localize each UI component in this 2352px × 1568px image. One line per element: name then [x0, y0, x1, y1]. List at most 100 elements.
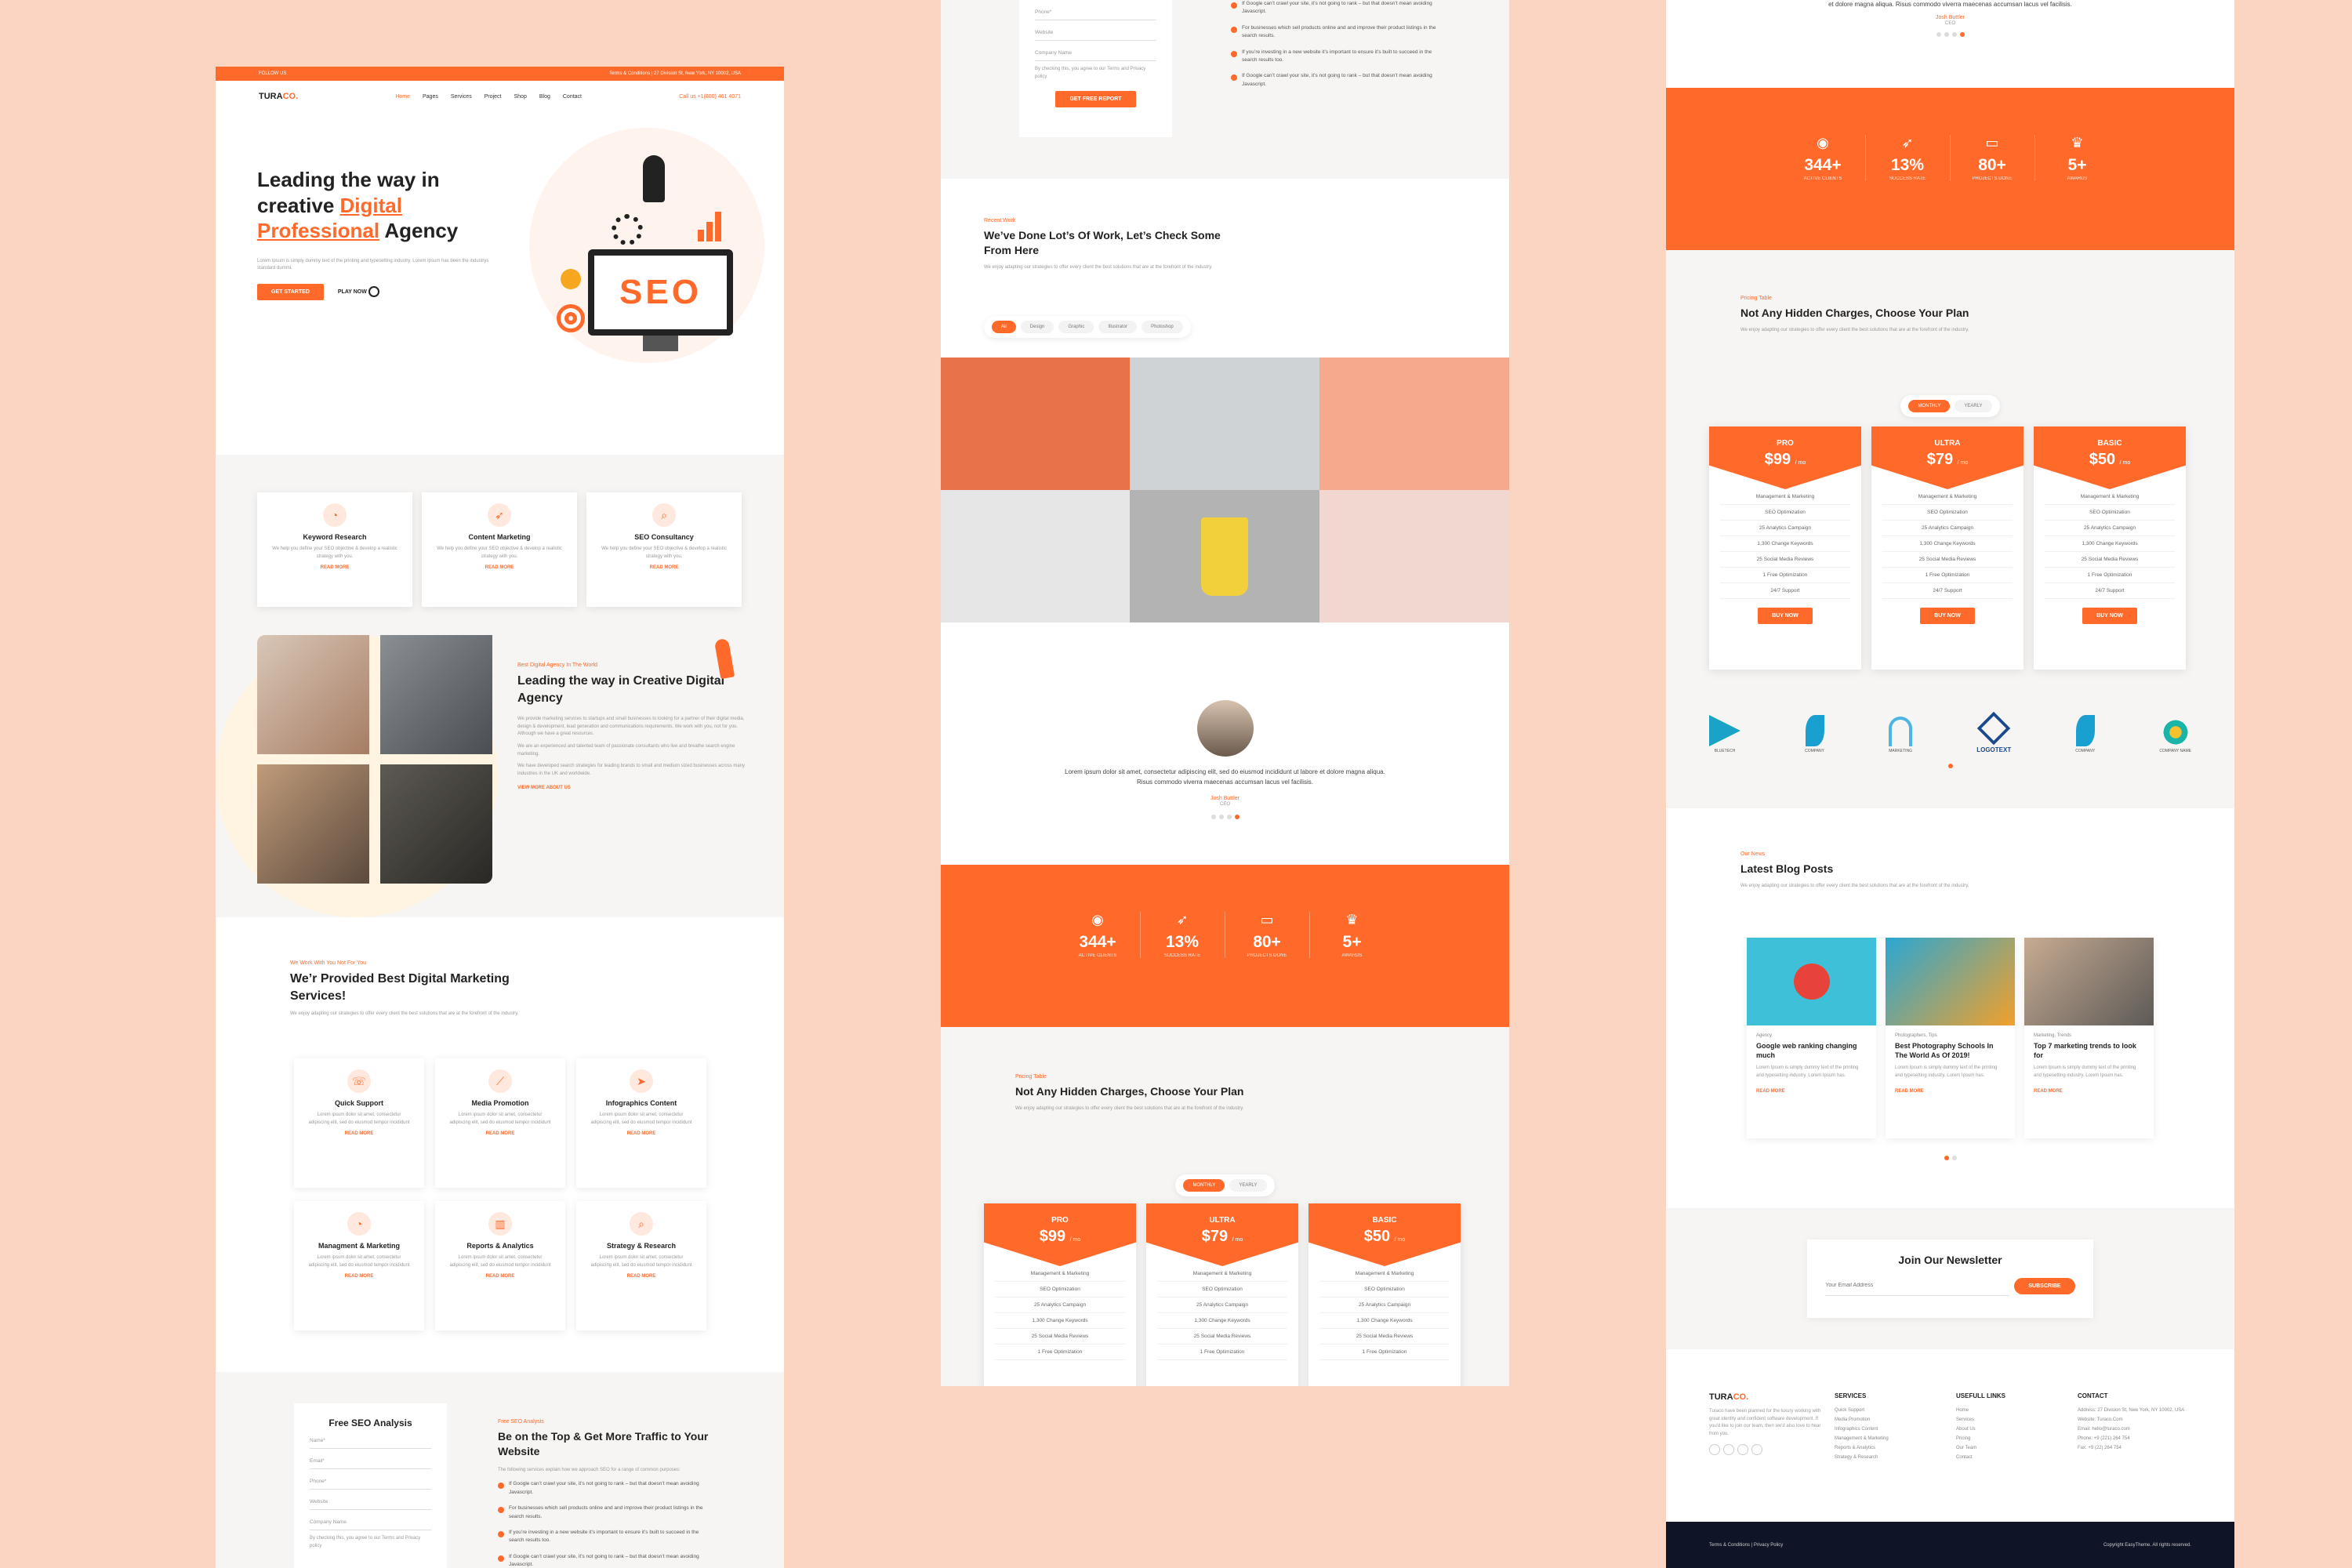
blog-card[interactable]: Photographers, Tips Best Photography Sch…	[1886, 938, 2015, 1138]
tab-photoshop[interactable]: Photoshop	[1142, 321, 1183, 333]
twitter-icon[interactable]	[1709, 1444, 1720, 1456]
tab-all[interactable]: All	[992, 321, 1016, 333]
billing-toggle: MONTHLY YEARLY	[1175, 1174, 1275, 1196]
facebook-icon[interactable]	[1723, 1444, 1734, 1456]
pricing-section: Pricing Table Not Any Hidden Charges, Ch…	[941, 1027, 1509, 1386]
yearly-toggle[interactable]: YEARLY	[1229, 1179, 1267, 1192]
menu-pages[interactable]: Pages	[423, 94, 438, 100]
slider-dots[interactable]	[1666, 32, 2234, 38]
agree-checkbox[interactable]: By checking this, you agree to our Terms…	[310, 1535, 431, 1550]
read-more-link[interactable]: READ MORE	[576, 1274, 706, 1279]
read-more-link[interactable]: READ MORE	[2024, 1089, 2154, 1094]
menu-services[interactable]: Services	[451, 94, 472, 100]
read-more-link[interactable]: READ MORE	[435, 1131, 565, 1136]
agree-checkbox[interactable]: By checking this, you agree to our Terms…	[1035, 66, 1156, 81]
buy-now-button[interactable]: BUY NOW	[1920, 608, 1975, 624]
newsletter-email-input[interactable]	[1825, 1276, 2010, 1296]
email-field[interactable]: Email*	[310, 1449, 431, 1469]
top-links[interactable]: Terms & Conditions | 27 Division St, New…	[609, 71, 741, 76]
portfolio-item-branding[interactable]	[1319, 358, 1509, 490]
read-more-link[interactable]: READ MORE	[257, 565, 412, 570]
read-more-link[interactable]: READ MORE	[422, 565, 577, 570]
buy-now-button[interactable]: BUY NOW	[2082, 608, 2137, 624]
phone-field[interactable]: Phone*	[310, 1469, 431, 1490]
website-field[interactable]: Website	[1035, 20, 1156, 41]
monitor-stand	[643, 336, 678, 351]
pricing-title: Not Any Hidden Charges, Choose Your Plan	[1015, 1085, 1244, 1098]
subscribe-button[interactable]: SUBSCRIBE	[2014, 1277, 2075, 1294]
tab-graphic[interactable]: Graphic	[1058, 321, 1094, 333]
footer-logo[interactable]: TURACO.	[1709, 1392, 1827, 1402]
footer: TURACO. Turaco have been planned for the…	[1666, 1349, 2234, 1522]
read-more-link[interactable]: READ MORE	[1886, 1089, 2015, 1094]
brand-logo[interactable]: BLUETECH	[1709, 715, 1740, 753]
portfolio-item-stationery[interactable]	[941, 358, 1130, 490]
service-card: ◔ Managment & Marketing Lorem ipsum dolo…	[294, 1201, 424, 1330]
yearly-toggle[interactable]: YEARLY	[1955, 400, 1992, 412]
portfolio-item-cup[interactable]	[1130, 490, 1319, 622]
portfolio-item-bags[interactable]	[1319, 490, 1509, 622]
brand-logo[interactable]: COMPANY NAME	[2159, 718, 2191, 753]
buy-now-button[interactable]: BUY NOW	[1758, 608, 1813, 624]
read-more-link[interactable]: READ MORE	[576, 1131, 706, 1136]
menu-project[interactable]: Project	[485, 94, 502, 100]
rocket-icon: ➶	[1176, 912, 1189, 927]
top-bar: FOLLOW US Terms & Conditions | 27 Divisi…	[216, 67, 784, 81]
blog-card[interactable]: Agency Google web ranking changing much …	[1747, 938, 1876, 1138]
services-title: We’r Provided Best Digital Marketing Ser…	[290, 972, 510, 1003]
testimonial-name: Josh Buttler	[1210, 795, 1240, 801]
instagram-icon[interactable]	[1737, 1444, 1748, 1456]
tab-illustrator[interactable]: Illustrator	[1098, 321, 1138, 333]
menu-shop[interactable]: Shop	[514, 94, 527, 100]
brand-dots[interactable]	[1666, 764, 2234, 768]
brand-logo[interactable]: COMPANY	[1805, 715, 1824, 753]
name-field[interactable]: Name*	[310, 1428, 431, 1449]
portfolio-section: Recent Work We’ve Done Lot’s Of Work, Le…	[941, 179, 1509, 622]
blog-card[interactable]: Marketing, Trends Top 7 marketing trends…	[2024, 938, 2154, 1138]
service-card: ⟋ Media Promotion Lorem ipsum dolor sit …	[435, 1058, 565, 1188]
portfolio-item-magazine[interactable]	[1130, 358, 1319, 490]
analysis-title: Be on the Top & Get More Traffic to Your…	[498, 1430, 709, 1457]
brand-logo[interactable]: LOGOTEXT	[1976, 711, 2011, 753]
get-started-button[interactable]: GET STARTED	[257, 283, 324, 300]
menu-blog[interactable]: Blog	[539, 94, 550, 100]
services-section: We Work With You Not For You We’r Provid…	[216, 917, 784, 1372]
phone-field[interactable]: Phone*	[1035, 0, 1156, 20]
gear-icon	[612, 214, 643, 245]
pie-icon: ◔	[347, 1212, 371, 1236]
read-more-link[interactable]: READ MORE	[294, 1131, 424, 1136]
slider-dots[interactable]	[941, 815, 1509, 820]
main-nav: TURACO. Home Pages Services Project Shop…	[216, 81, 784, 112]
pricing-card-ultra: ULTRA $79 / mo Management & Marketing SEO …	[1146, 1203, 1298, 1386]
logo[interactable]: TURACO.	[259, 92, 298, 101]
pinterest-icon[interactable]	[1751, 1444, 1762, 1456]
monthly-toggle[interactable]: MONTHLY	[1183, 1179, 1225, 1192]
portfolio-item-phones[interactable]	[941, 490, 1130, 622]
blog-dots[interactable]	[1666, 1156, 2234, 1160]
company-field[interactable]: Company Name	[310, 1510, 431, 1530]
read-more-link[interactable]: READ MORE	[294, 1274, 424, 1279]
user-icon: ◉	[1817, 135, 1829, 151]
footer-bottom-bar: Terms & Conditions | Privacy Policy Copy…	[1666, 1522, 2234, 1568]
pricing-card-basic: BASIC $50 / mo Management & Marketing SEO …	[1308, 1203, 1461, 1386]
read-more-link[interactable]: READ MORE	[435, 1274, 565, 1279]
call-us[interactable]: Call us +1(800) 461 4071	[679, 94, 741, 100]
website-field[interactable]: Website	[310, 1490, 431, 1510]
company-field[interactable]: Company Name	[1035, 41, 1156, 61]
features-section: ◔ Keyword Research We help you define yo…	[216, 455, 784, 917]
get-free-report-button[interactable]: GET FREE REPORT	[1055, 91, 1136, 108]
menu-home[interactable]: Home	[395, 94, 410, 100]
stats-section: ◉ 344+ ACTIVE CLIENTS ➶ 13% SUCCESS RATE ▭ 80…	[1666, 88, 2234, 250]
play-now-button[interactable]: PLAY NOW	[338, 286, 379, 298]
view-more-link[interactable]: VIEW MORE ABOUT US	[517, 786, 753, 790]
feature-card: ➶ Content Marketing We help you define y…	[422, 492, 577, 607]
billing-toggle: MONTHLY YEARLY	[1900, 395, 2000, 417]
stats-section: ◉ 344+ ACTIVE CLIENTS ➶ 13% SUCCESS RATE ▭ 80…	[941, 865, 1509, 1027]
menu-contact[interactable]: Contact	[563, 94, 582, 100]
brand-logo[interactable]: MARKETING	[1889, 717, 1913, 753]
tab-design[interactable]: Design	[1020, 321, 1054, 333]
read-more-link[interactable]: READ MORE	[1747, 1089, 1876, 1094]
read-more-link[interactable]: READ MORE	[586, 565, 742, 570]
monthly-toggle[interactable]: MONTHLY	[1908, 400, 1951, 412]
brand-logo[interactable]: COMPANY	[2075, 715, 2095, 753]
